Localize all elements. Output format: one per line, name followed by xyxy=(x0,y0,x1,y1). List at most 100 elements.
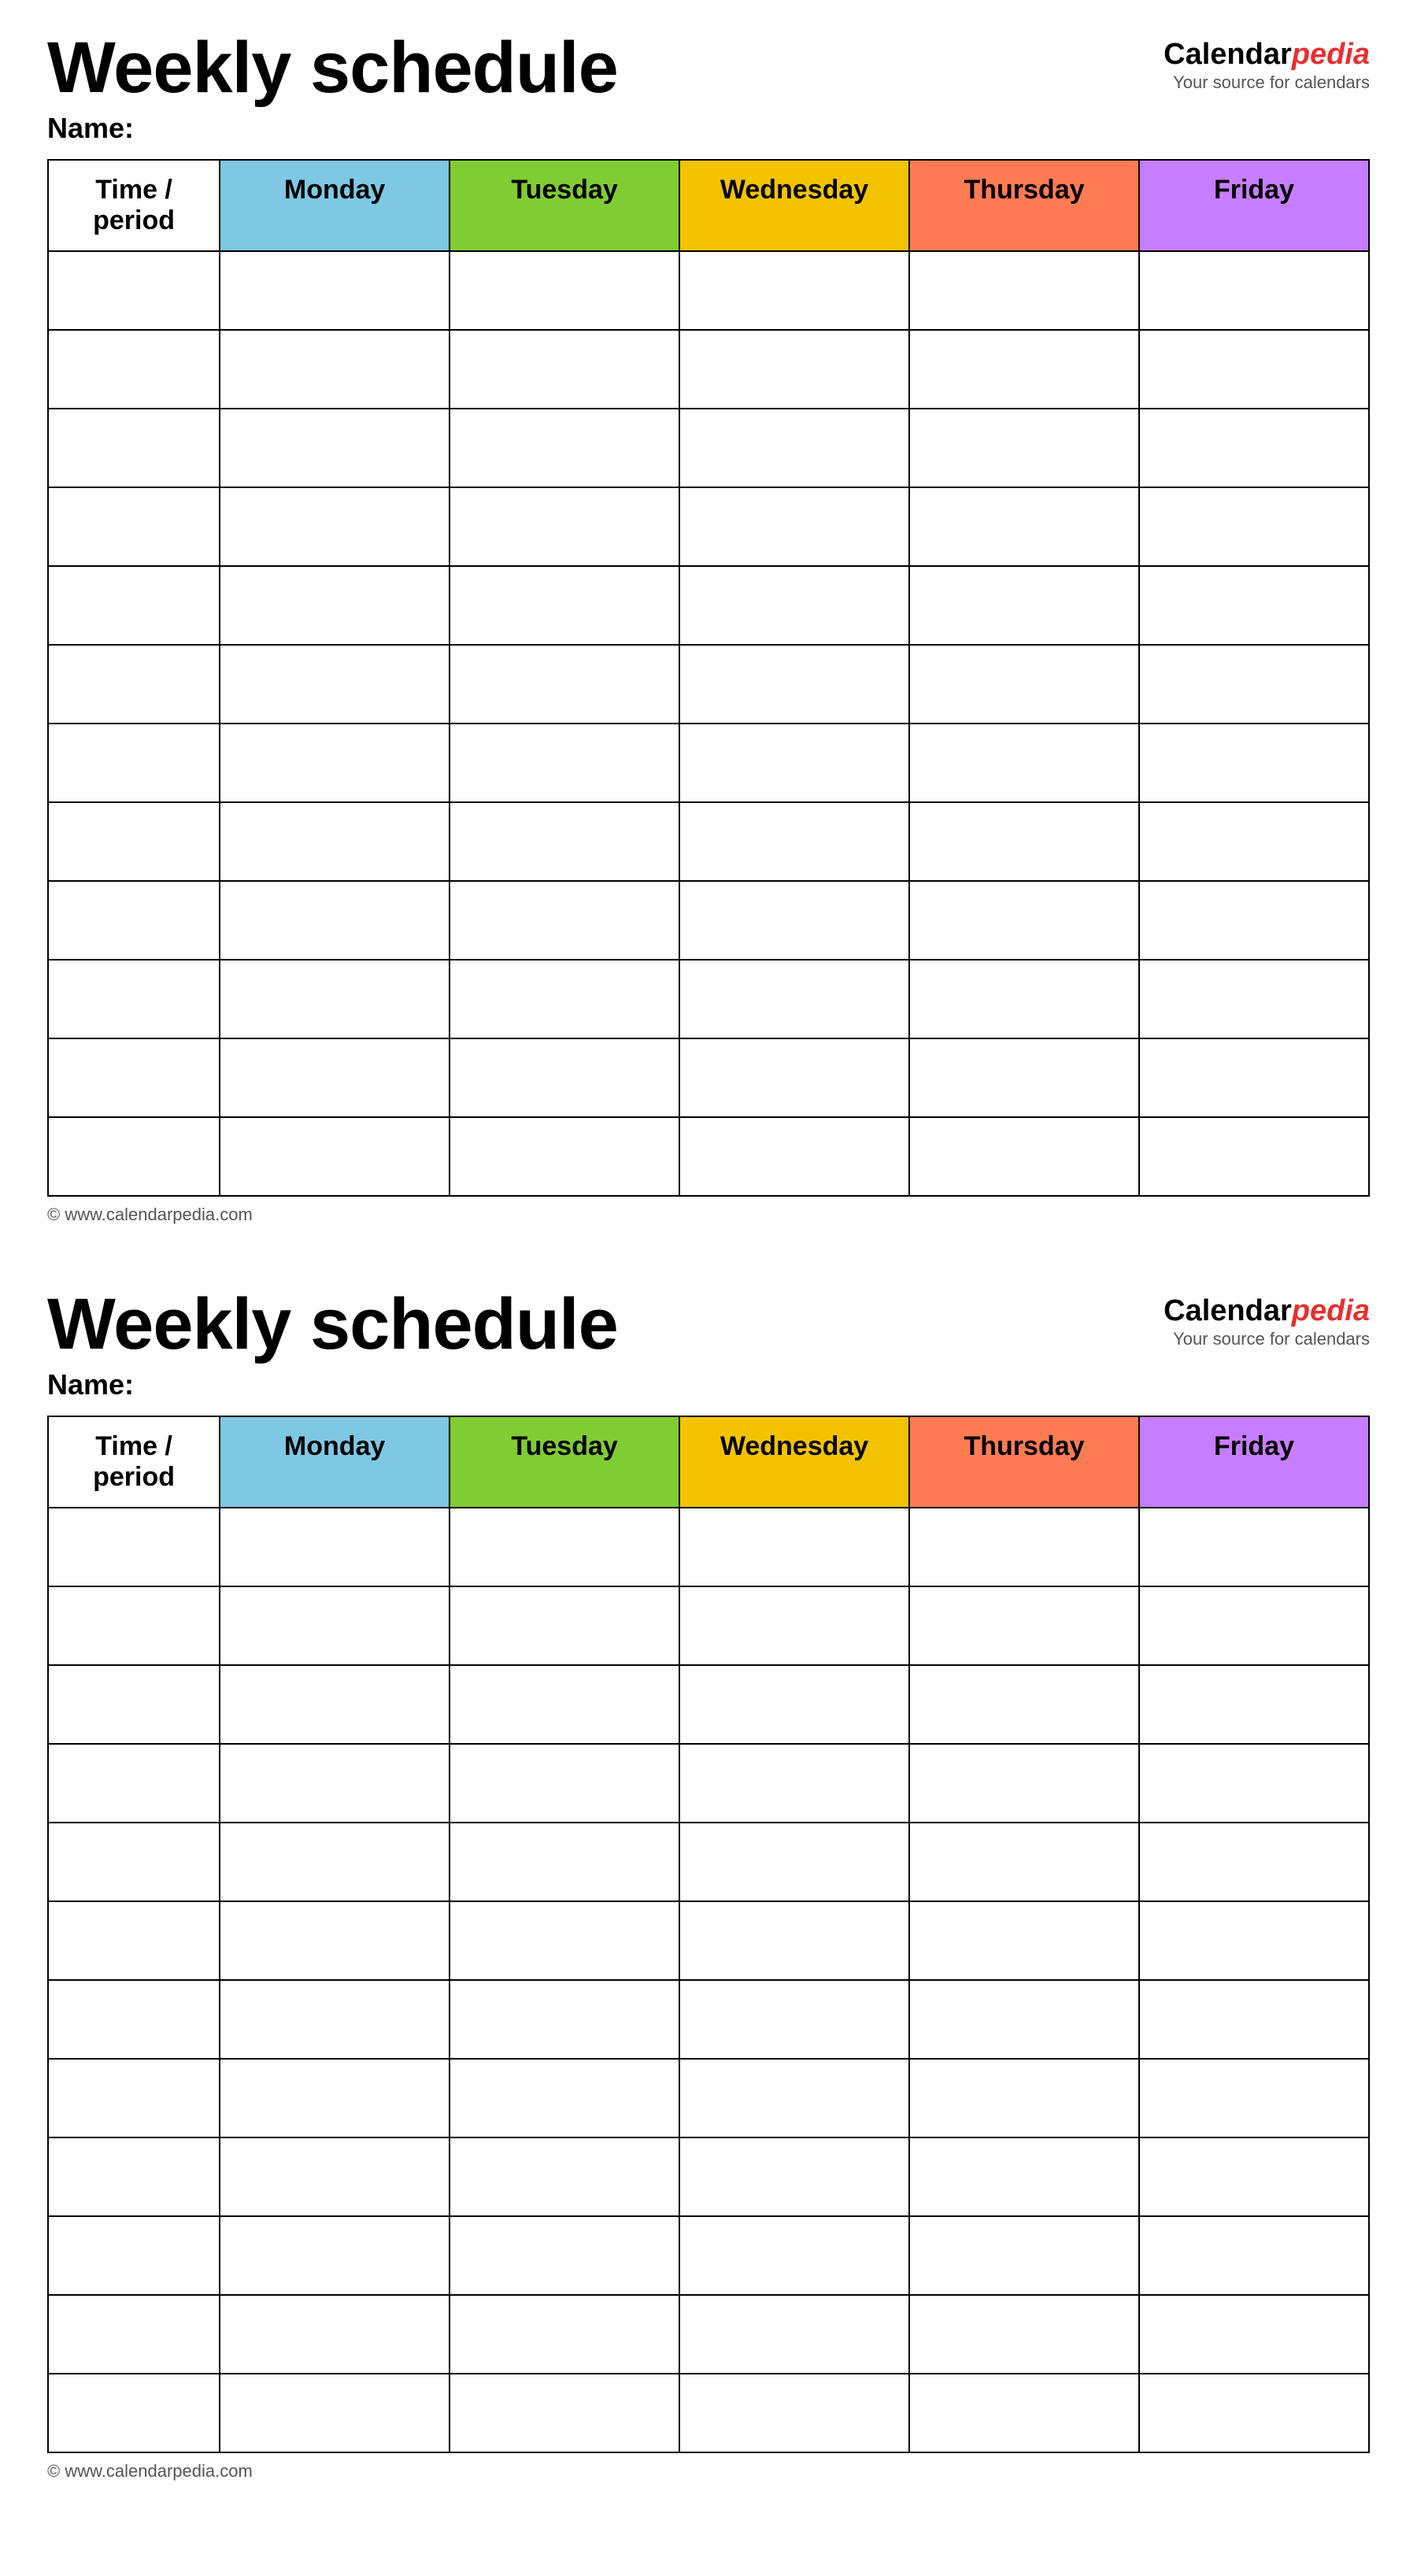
cell-thursday-7[interactable] xyxy=(909,2059,1139,2137)
cell-friday-9[interactable] xyxy=(1139,2216,1369,2295)
cell-monday-4[interactable] xyxy=(220,566,450,645)
cell-monday-0[interactable] xyxy=(220,251,450,330)
cell-tuesday-0[interactable] xyxy=(450,1508,679,1586)
cell-tuesday-5[interactable] xyxy=(450,1901,679,1980)
cell-monday-11[interactable] xyxy=(220,2374,450,2452)
cell-thursday-2[interactable] xyxy=(909,1665,1139,1744)
cell-tuesday-8[interactable] xyxy=(450,881,679,960)
cell-friday-10[interactable] xyxy=(1139,1038,1369,1117)
cell-friday-1[interactable] xyxy=(1139,1586,1369,1665)
cell-time-3[interactable] xyxy=(48,1744,220,1823)
cell-time-10[interactable] xyxy=(48,2295,220,2374)
cell-time-1[interactable] xyxy=(48,1586,220,1665)
cell-friday-6[interactable] xyxy=(1139,1980,1369,2059)
cell-tuesday-9[interactable] xyxy=(450,2216,679,2295)
cell-time-11[interactable] xyxy=(48,1117,220,1196)
cell-wednesday-10[interactable] xyxy=(679,2295,909,2374)
cell-wednesday-4[interactable] xyxy=(679,1823,909,1901)
cell-tuesday-6[interactable] xyxy=(450,724,679,802)
cell-tuesday-0[interactable] xyxy=(450,251,679,330)
cell-tuesday-10[interactable] xyxy=(450,1038,679,1117)
cell-time-7[interactable] xyxy=(48,2059,220,2137)
cell-tuesday-7[interactable] xyxy=(450,2059,679,2137)
cell-monday-1[interactable] xyxy=(220,330,450,409)
cell-time-1[interactable] xyxy=(48,330,220,409)
cell-friday-1[interactable] xyxy=(1139,330,1369,409)
cell-thursday-5[interactable] xyxy=(909,645,1139,724)
cell-time-8[interactable] xyxy=(48,2137,220,2216)
cell-thursday-9[interactable] xyxy=(909,2216,1139,2295)
cell-thursday-0[interactable] xyxy=(909,251,1139,330)
cell-monday-1[interactable] xyxy=(220,1586,450,1665)
cell-time-3[interactable] xyxy=(48,487,220,566)
cell-wednesday-8[interactable] xyxy=(679,881,909,960)
cell-tuesday-1[interactable] xyxy=(450,330,679,409)
cell-wednesday-0[interactable] xyxy=(679,1508,909,1586)
cell-friday-5[interactable] xyxy=(1139,645,1369,724)
cell-tuesday-6[interactable] xyxy=(450,1980,679,2059)
cell-tuesday-3[interactable] xyxy=(450,1744,679,1823)
cell-tuesday-10[interactable] xyxy=(450,2295,679,2374)
cell-friday-11[interactable] xyxy=(1139,2374,1369,2452)
cell-tuesday-3[interactable] xyxy=(450,487,679,566)
cell-monday-2[interactable] xyxy=(220,409,450,487)
cell-monday-3[interactable] xyxy=(220,1744,450,1823)
cell-time-4[interactable] xyxy=(48,566,220,645)
cell-wednesday-9[interactable] xyxy=(679,2216,909,2295)
cell-monday-7[interactable] xyxy=(220,802,450,881)
cell-wednesday-5[interactable] xyxy=(679,1901,909,1980)
cell-monday-7[interactable] xyxy=(220,2059,450,2137)
cell-wednesday-2[interactable] xyxy=(679,409,909,487)
cell-thursday-1[interactable] xyxy=(909,330,1139,409)
cell-wednesday-7[interactable] xyxy=(679,2059,909,2137)
cell-tuesday-5[interactable] xyxy=(450,645,679,724)
cell-thursday-0[interactable] xyxy=(909,1508,1139,1586)
cell-monday-6[interactable] xyxy=(220,1980,450,2059)
cell-tuesday-4[interactable] xyxy=(450,566,679,645)
cell-friday-7[interactable] xyxy=(1139,2059,1369,2137)
cell-friday-11[interactable] xyxy=(1139,1117,1369,1196)
cell-time-6[interactable] xyxy=(48,1980,220,2059)
cell-friday-10[interactable] xyxy=(1139,2295,1369,2374)
cell-thursday-6[interactable] xyxy=(909,1980,1139,2059)
cell-friday-9[interactable] xyxy=(1139,960,1369,1038)
cell-wednesday-4[interactable] xyxy=(679,566,909,645)
cell-tuesday-2[interactable] xyxy=(450,1665,679,1744)
cell-tuesday-8[interactable] xyxy=(450,2137,679,2216)
cell-monday-10[interactable] xyxy=(220,2295,450,2374)
cell-thursday-7[interactable] xyxy=(909,802,1139,881)
cell-wednesday-0[interactable] xyxy=(679,251,909,330)
cell-thursday-11[interactable] xyxy=(909,2374,1139,2452)
cell-wednesday-11[interactable] xyxy=(679,2374,909,2452)
cell-thursday-1[interactable] xyxy=(909,1586,1139,1665)
cell-friday-0[interactable] xyxy=(1139,251,1369,330)
cell-thursday-10[interactable] xyxy=(909,1038,1139,1117)
cell-wednesday-7[interactable] xyxy=(679,802,909,881)
cell-monday-5[interactable] xyxy=(220,1901,450,1980)
cell-wednesday-8[interactable] xyxy=(679,2137,909,2216)
cell-friday-2[interactable] xyxy=(1139,409,1369,487)
cell-friday-4[interactable] xyxy=(1139,1823,1369,1901)
cell-time-0[interactable] xyxy=(48,1508,220,1586)
cell-time-9[interactable] xyxy=(48,960,220,1038)
cell-thursday-3[interactable] xyxy=(909,1744,1139,1823)
cell-wednesday-1[interactable] xyxy=(679,330,909,409)
cell-monday-3[interactable] xyxy=(220,487,450,566)
cell-wednesday-10[interactable] xyxy=(679,1038,909,1117)
cell-thursday-9[interactable] xyxy=(909,960,1139,1038)
cell-friday-4[interactable] xyxy=(1139,566,1369,645)
cell-tuesday-7[interactable] xyxy=(450,802,679,881)
cell-thursday-4[interactable] xyxy=(909,1823,1139,1901)
cell-thursday-2[interactable] xyxy=(909,409,1139,487)
cell-monday-10[interactable] xyxy=(220,1038,450,1117)
cell-thursday-10[interactable] xyxy=(909,2295,1139,2374)
cell-time-2[interactable] xyxy=(48,1665,220,1744)
cell-thursday-8[interactable] xyxy=(909,2137,1139,2216)
cell-thursday-3[interactable] xyxy=(909,487,1139,566)
cell-monday-9[interactable] xyxy=(220,960,450,1038)
cell-wednesday-2[interactable] xyxy=(679,1665,909,1744)
cell-time-4[interactable] xyxy=(48,1823,220,1901)
cell-wednesday-3[interactable] xyxy=(679,1744,909,1823)
cell-tuesday-11[interactable] xyxy=(450,1117,679,1196)
cell-tuesday-4[interactable] xyxy=(450,1823,679,1901)
